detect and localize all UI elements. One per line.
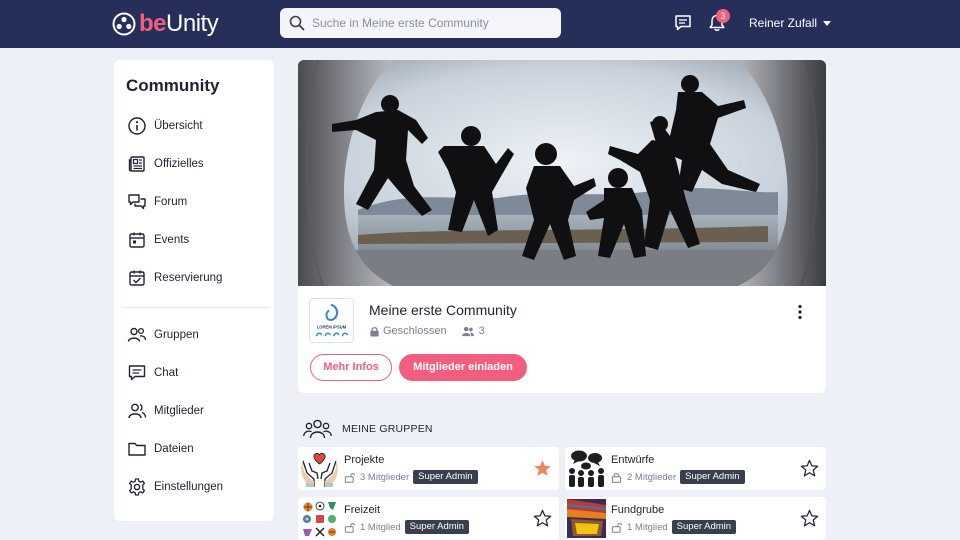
group-name: Freizeit xyxy=(344,504,381,516)
members-count-icon xyxy=(461,326,474,336)
beunity-logo[interactable]: beUnity xyxy=(112,10,219,38)
chat-icon xyxy=(128,365,146,381)
sidebar-item-label: Forum xyxy=(154,196,188,208)
caret-down-icon xyxy=(823,20,832,26)
search-icon xyxy=(289,15,305,31)
sidebar-item-label: Dateien xyxy=(154,443,194,455)
people-discussion-image xyxy=(569,450,604,487)
favorite-star-outline-icon[interactable] xyxy=(800,459,819,478)
user-menu[interactable]: Reiner Zufall xyxy=(749,16,832,30)
more-options-icon[interactable] xyxy=(794,303,806,321)
group-card-entwuerfe[interactable]: Entwürfe 2 Mitglieder Super Admin xyxy=(565,447,826,490)
sidebar-item-offizielles[interactable]: Offizielles xyxy=(126,152,266,176)
sidebar-item-events[interactable]: Events xyxy=(126,228,266,252)
sidebar-item-label: Chat xyxy=(154,367,179,379)
my-groups-heading: MEINE GRUPPEN xyxy=(303,417,433,441)
sidebar-item-gruppen[interactable]: Gruppen xyxy=(126,323,266,347)
group-name: Fundgrube xyxy=(611,504,665,516)
sidebar-item-label: Mitglieder xyxy=(154,405,204,417)
group-card-projekte[interactable]: Projekte 3 Mitglieder Super Admin xyxy=(298,447,559,490)
lock-icon xyxy=(370,326,379,337)
brand-prefix: be xyxy=(139,10,167,37)
group-name: Entwürfe xyxy=(611,454,655,466)
invite-members-button[interactable]: Mitglieder einladen xyxy=(399,354,527,381)
user-name: Reiner Zufall xyxy=(749,16,818,30)
groups-icon xyxy=(303,419,332,439)
sidebar-item-einstellungen[interactable]: Einstellungen xyxy=(126,475,266,499)
newspaper-icon xyxy=(128,156,145,172)
community-sidebar: Community Übersicht Offizielles Forum Ev… xyxy=(114,60,274,521)
notification-count-badge: 3 xyxy=(716,9,730,23)
group-card-freizeit[interactable]: Freizeit 1 Mitglied Super Admin xyxy=(298,497,559,540)
group-member-count: 1 Mitglied xyxy=(360,521,401,533)
group-role-badge: Super Admin xyxy=(671,520,737,534)
sidebar-item-label: Einstellungen xyxy=(154,481,224,493)
sidebar-item-label: Events xyxy=(154,234,190,246)
helping-hands-heart-image xyxy=(301,452,338,487)
sidebar-item-forum[interactable]: Forum xyxy=(126,190,266,214)
group-meta: 3 Mitglieder Super Admin xyxy=(344,470,478,484)
sidebar-item-label: Übersicht xyxy=(154,120,203,132)
favorite-star-filled-icon[interactable] xyxy=(533,459,552,478)
beunity-logo-icon xyxy=(112,12,136,36)
group-role-badge: Super Admin xyxy=(404,520,470,534)
members-icon xyxy=(128,403,147,419)
group-member-count: 1 Mitglied xyxy=(627,521,668,533)
community-member-count: 3 xyxy=(478,325,485,337)
sidebar-title: Community xyxy=(126,76,220,95)
group-meta: 2 Mitglieder Super Admin xyxy=(611,470,745,484)
chat-icon[interactable] xyxy=(674,14,692,32)
group-member-count: 2 Mitglieder xyxy=(627,471,677,483)
sidebar-item-reservierung[interactable]: Reservierung xyxy=(126,266,266,290)
calendar-icon xyxy=(129,232,145,248)
info-icon xyxy=(128,117,146,135)
community-status: Geschlossen xyxy=(383,325,447,337)
gear-icon xyxy=(128,478,146,496)
unlocked-icon xyxy=(344,472,355,483)
forum-icon xyxy=(128,194,146,210)
favorite-star-outline-icon[interactable] xyxy=(800,509,819,528)
community-banner-image xyxy=(298,60,826,286)
group-card-fundgrube[interactable]: Fundgrube 1 Mitglied Super Admin xyxy=(565,497,826,540)
sidebar-item-uebersicht[interactable]: Übersicht xyxy=(126,114,266,138)
community-name: Meine erste Community xyxy=(369,302,517,318)
favorite-star-outline-icon[interactable] xyxy=(533,509,552,528)
treasure-box-image xyxy=(567,499,606,538)
group-meta: 1 Mitglied Super Admin xyxy=(344,520,470,534)
folder-icon xyxy=(128,442,146,456)
unlocked-icon xyxy=(344,522,355,533)
sidebar-item-label: Reservierung xyxy=(154,272,223,284)
search-placeholder: Suche in Meine erste Community xyxy=(312,16,489,30)
my-groups-title: MEINE GRUPPEN xyxy=(342,423,433,435)
calendar-check-icon xyxy=(129,270,145,286)
sidebar-item-mitglieder[interactable]: Mitglieder xyxy=(126,399,266,423)
group-role-badge: Super Admin xyxy=(413,470,478,484)
sidebar-item-label: Offizielles xyxy=(154,158,204,170)
brand-name: Unity xyxy=(166,10,219,37)
community-logo-text: LOREM IPSUM xyxy=(317,325,347,330)
search-input[interactable]: Suche in Meine erste Community xyxy=(280,8,561,38)
community-meta: Geschlossen 3 xyxy=(369,325,485,337)
sidebar-divider xyxy=(122,307,270,308)
group-name: Projekte xyxy=(344,454,385,466)
group-meta: 1 Mitglied Super Admin xyxy=(611,520,737,534)
sidebar-item-dateien[interactable]: Dateien xyxy=(126,437,266,461)
unlocked-icon xyxy=(611,522,622,533)
group-member-count: 3 Mitglieder xyxy=(360,471,410,483)
more-info-button[interactable]: Mehr Infos xyxy=(310,354,392,381)
sidebar-item-label: Gruppen xyxy=(154,329,199,341)
sidebar-item-chat[interactable]: Chat xyxy=(126,361,266,385)
lock-icon xyxy=(611,472,622,483)
community-card: LOREM IPSUM Meine erste Community Geschl… xyxy=(298,60,826,393)
leisure-icons-image xyxy=(303,501,336,537)
community-logo: LOREM IPSUM xyxy=(309,298,354,343)
group-role-badge: Super Admin xyxy=(680,470,745,484)
top-navigation-bar: beUnity Suche in Meine erste Community 3… xyxy=(0,0,960,48)
groups-icon xyxy=(127,327,147,342)
